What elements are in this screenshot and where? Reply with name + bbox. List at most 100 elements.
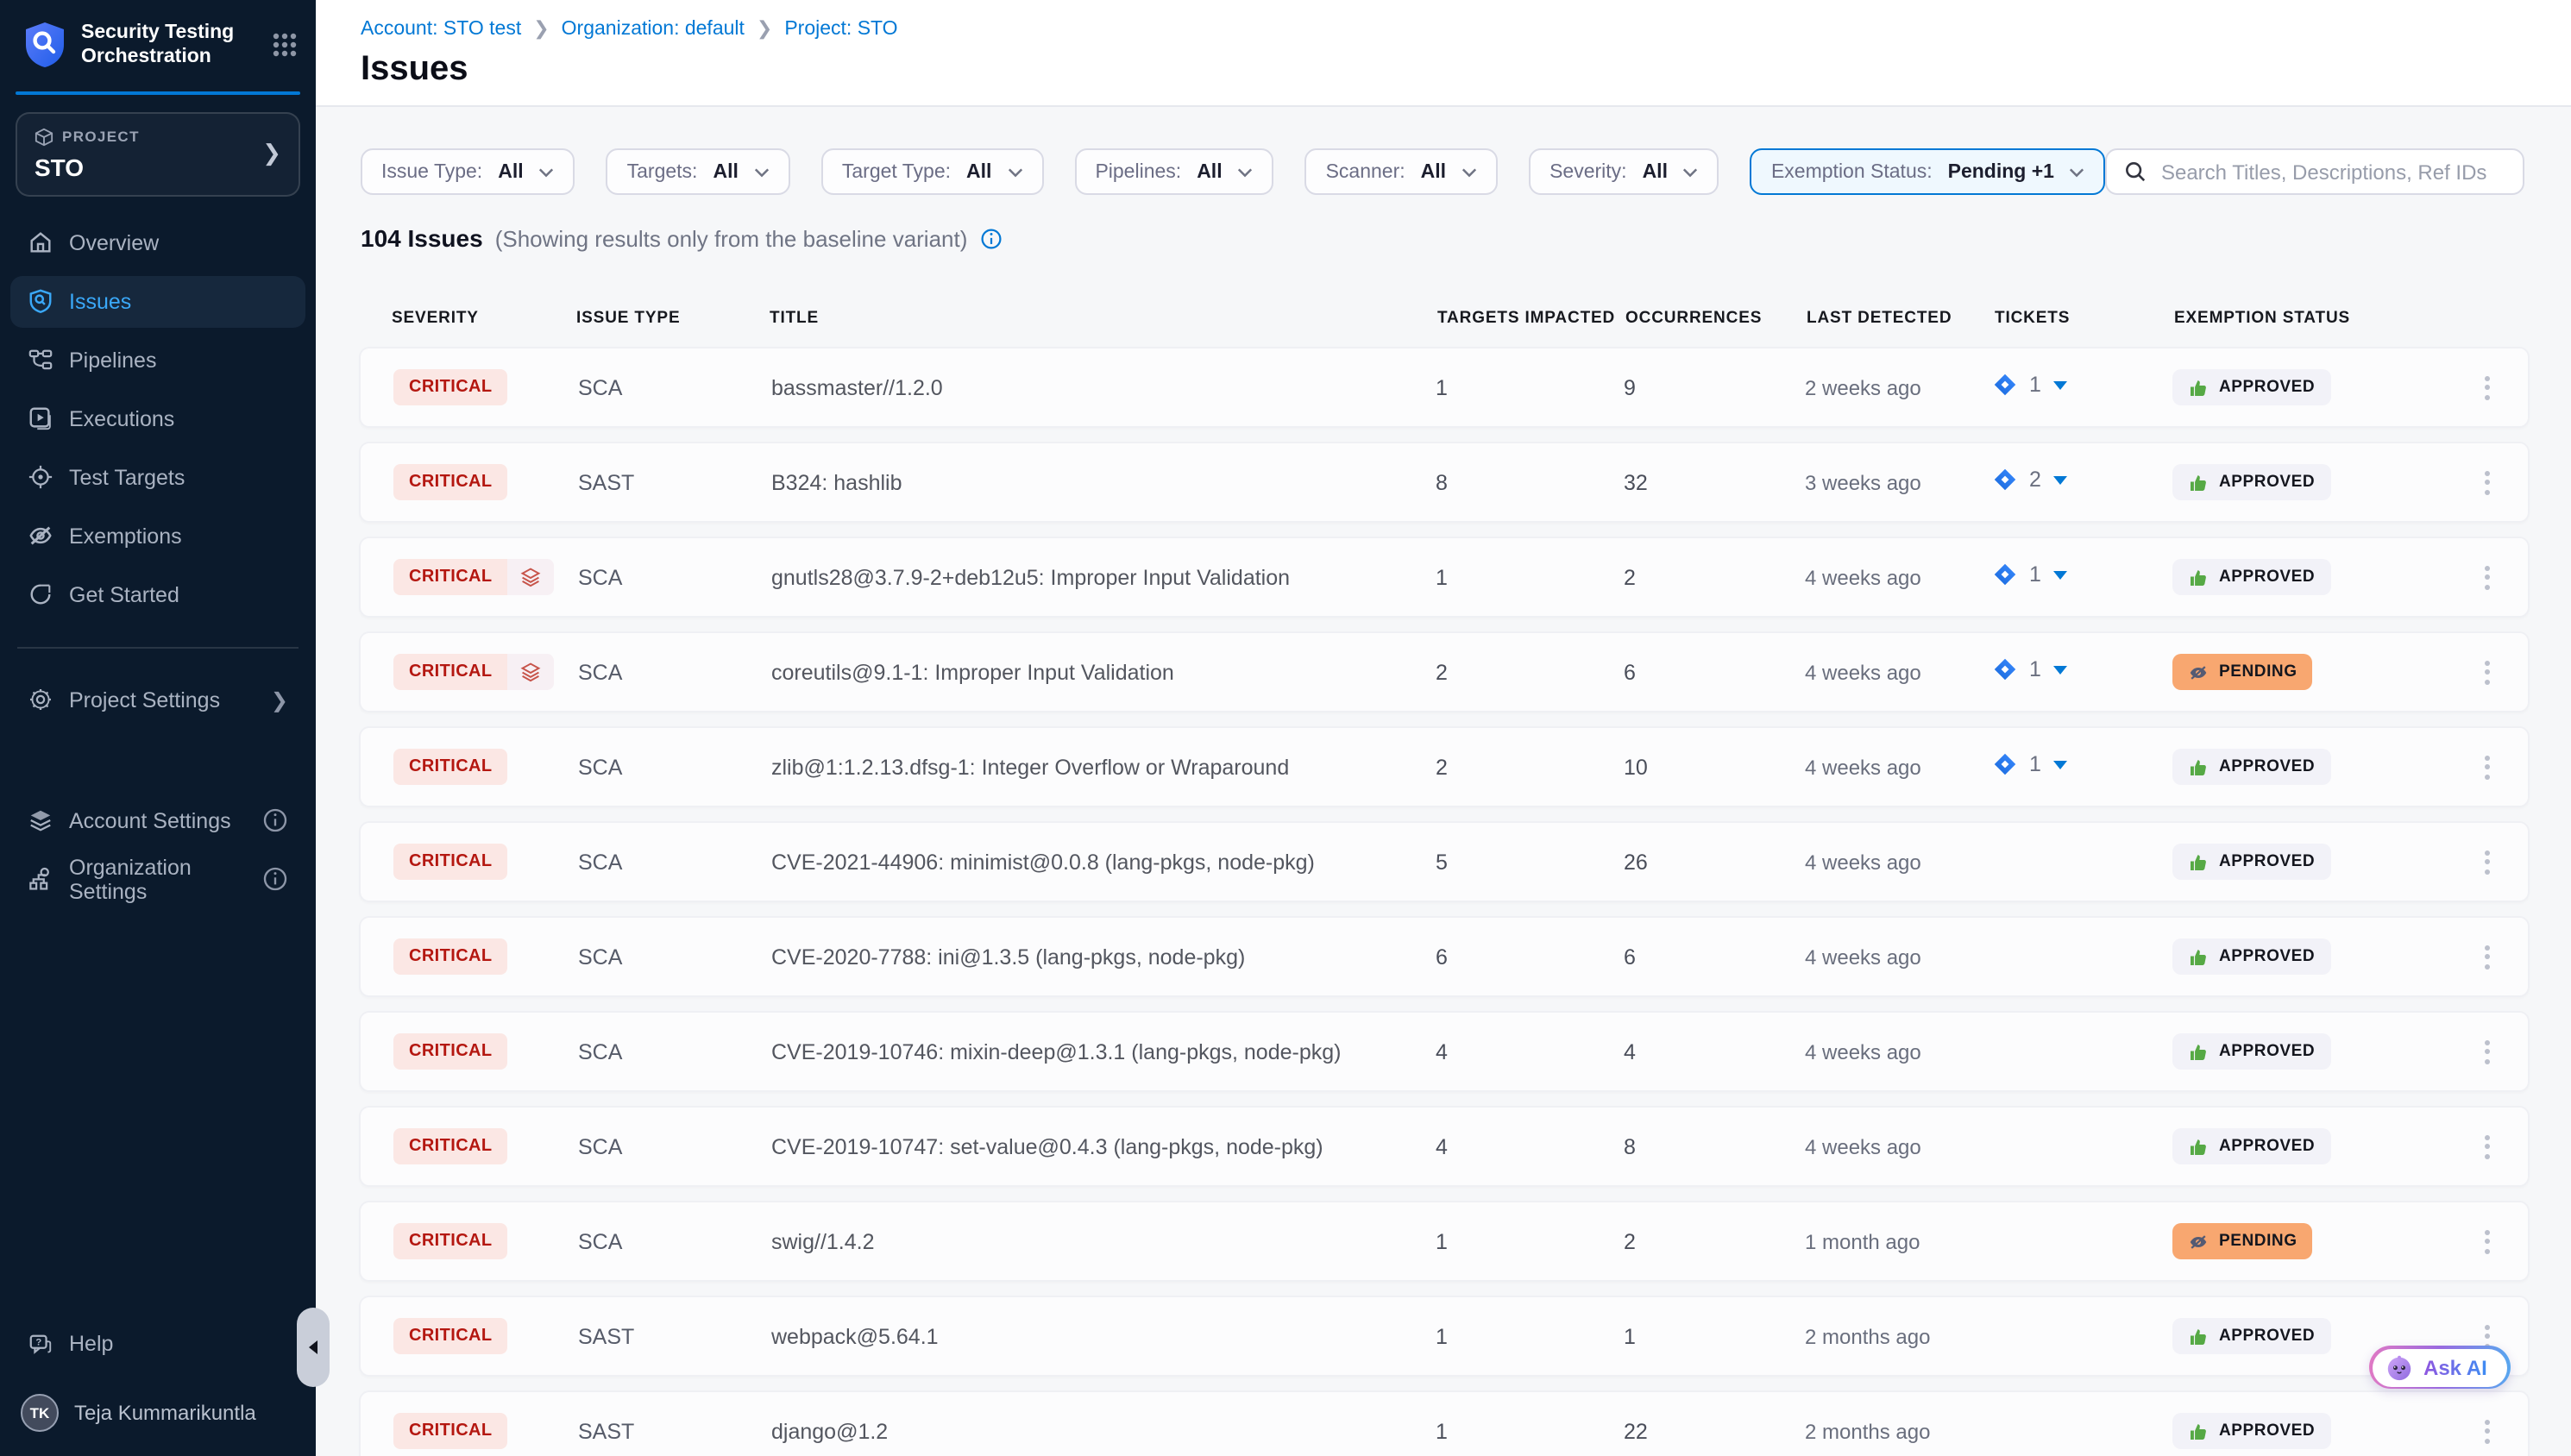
org-gear-icon xyxy=(28,867,53,893)
issue-title[interactable]: CVE-2020-7788: ini@1.3.5 (lang-pkgs, nod… xyxy=(771,945,1436,969)
row-menu-button[interactable] xyxy=(2459,1013,2514,1090)
issue-title[interactable]: bassmaster//1.2.0 xyxy=(771,375,1436,399)
filter-exemption-status[interactable]: Exemption Status:Pending +1 xyxy=(1751,148,2106,195)
breadcrumb-organization-link[interactable]: Organization: default xyxy=(562,18,745,39)
column-header-occurrences: OCCURRENCES xyxy=(1625,308,1807,327)
severity-cell: CRITICAL xyxy=(393,464,578,500)
module-grid-icon[interactable] xyxy=(271,32,299,60)
info-circle-icon[interactable] xyxy=(979,227,1002,249)
filter-issue-type[interactable]: Issue Type:All xyxy=(361,148,575,195)
occurrences: 4 xyxy=(1624,1039,1805,1064)
sidebar-item-exemptions[interactable]: Exemptions xyxy=(10,511,305,562)
filter-target-type[interactable]: Target Type:All xyxy=(821,148,1044,195)
project-selector[interactable]: PROJECT STO ❯ xyxy=(16,112,300,197)
jira-ticket-icon[interactable] xyxy=(1993,657,2017,681)
search-box[interactable] xyxy=(2106,148,2524,195)
user-name: Teja Kummarikuntla xyxy=(74,1401,256,1425)
table-row[interactable]: CRITICAL SCA gnutls28@3.7.9-2+deb12u5: I… xyxy=(359,537,2530,618)
issue-title[interactable]: CVE-2019-10747: set-value@0.4.3 (lang-pk… xyxy=(771,1134,1436,1158)
issue-title[interactable]: swig//1.4.2 xyxy=(771,1229,1436,1253)
jira-ticket-icon[interactable] xyxy=(1993,468,2017,492)
jira-ticket-icon[interactable] xyxy=(1993,752,2017,776)
jira-ticket-icon[interactable] xyxy=(1993,562,2017,587)
row-menu-button[interactable] xyxy=(2459,823,2514,901)
row-menu-button[interactable] xyxy=(2459,348,2514,426)
cube-icon xyxy=(35,128,53,147)
issue-title[interactable]: gnutls28@3.7.9-2+deb12u5: Improper Input… xyxy=(771,565,1436,589)
issue-title[interactable]: webpack@5.64.1 xyxy=(771,1324,1436,1348)
exemption-status-cell: APPROVED xyxy=(2172,938,2459,975)
severity-cell: CRITICAL xyxy=(393,559,578,595)
row-menu-button[interactable] xyxy=(2459,443,2514,521)
sidebar-item-label: Overview xyxy=(69,231,159,255)
filter-severity[interactable]: Severity:All xyxy=(1529,148,1719,195)
ticket-caret-icon[interactable] xyxy=(2053,475,2067,484)
issue-title[interactable]: CVE-2019-10746: mixin-deep@1.3.1 (lang-p… xyxy=(771,1039,1436,1064)
jira-ticket-icon[interactable] xyxy=(1993,373,2017,397)
exemption-status-badge: APPROVED xyxy=(2172,464,2330,500)
table-row[interactable]: CRITICAL SAST webpack@5.64.1 1 1 2 month… xyxy=(359,1296,2530,1377)
breadcrumb-account-link[interactable]: Account: STO test xyxy=(361,18,521,39)
issue-title[interactable]: CVE-2021-44906: minimist@0.0.8 (lang-pkg… xyxy=(771,850,1436,874)
issue-title[interactable]: django@1.2 xyxy=(771,1419,1436,1443)
table-row[interactable]: CRITICAL SCA zlib@1:1.2.13.dfsg-1: Integ… xyxy=(359,726,2530,807)
row-menu-button[interactable] xyxy=(2459,728,2514,806)
table-row[interactable]: CRITICAL SCA CVE-2019-10746: mixin-deep@… xyxy=(359,1011,2530,1092)
exemption-status-badge: APPROVED xyxy=(2172,1318,2330,1354)
app-title: Security Testing Orchestration xyxy=(81,21,271,71)
exemption-status-label: APPROVED xyxy=(2219,1137,2315,1156)
eye-off-icon xyxy=(2188,662,2209,682)
sidebar-item-overview[interactable]: Overview xyxy=(10,217,305,269)
sidebar-item-test-targets[interactable]: Test Targets xyxy=(10,452,305,504)
exemption-status-label: APPROVED xyxy=(2219,757,2315,776)
filter-targets[interactable]: Targets:All xyxy=(607,148,790,195)
row-menu-button[interactable] xyxy=(2459,633,2514,711)
ticket-caret-icon[interactable] xyxy=(2053,760,2067,769)
search-input[interactable] xyxy=(2161,160,2505,184)
table-row[interactable]: CRITICAL SCA coreutils@9.1-1: Improper I… xyxy=(359,631,2530,712)
info-circle-icon[interactable] xyxy=(262,867,288,893)
issue-title[interactable]: coreutils@9.1-1: Improper Input Validati… xyxy=(771,660,1436,684)
table-row[interactable]: CRITICAL SCA CVE-2019-10747: set-value@0… xyxy=(359,1106,2530,1187)
row-menu-button[interactable] xyxy=(2459,1392,2514,1456)
ticket-count: 1 xyxy=(2029,373,2041,397)
sidebar-item-organization-settings[interactable]: Organization Settings xyxy=(10,854,305,906)
row-menu-button[interactable] xyxy=(2459,1108,2514,1185)
severity-label: CRITICAL xyxy=(393,844,508,880)
exemption-status-cell: APPROVED xyxy=(2172,844,2459,880)
sidebar-item-issues[interactable]: Issues xyxy=(10,276,305,328)
sidebar-item-account-settings[interactable]: Account Settings xyxy=(10,795,305,847)
chevron-left-icon xyxy=(309,1340,317,1354)
ticket-caret-icon[interactable] xyxy=(2053,570,2067,579)
row-menu-button[interactable] xyxy=(2459,1202,2514,1280)
info-circle-icon[interactable] xyxy=(262,808,288,834)
sidebar-item-label: Executions xyxy=(69,407,174,431)
breadcrumb-project-link[interactable]: Project: STO xyxy=(784,18,897,39)
sidebar-item-get-started[interactable]: Get Started xyxy=(10,569,305,621)
user-menu[interactable]: TK Teja Kummarikuntla xyxy=(10,1394,305,1432)
column-header-exemption-status: EXEMPTION STATUS xyxy=(2174,308,2461,327)
sidebar-collapse-button[interactable] xyxy=(297,1308,330,1387)
filter-scanner[interactable]: Scanner:All xyxy=(1305,148,1498,195)
table-row[interactable]: CRITICAL SCA CVE-2020-7788: ini@1.3.5 (l… xyxy=(359,916,2530,997)
filter-value: All xyxy=(713,161,738,182)
ticket-caret-icon[interactable] xyxy=(2053,665,2067,674)
issue-title[interactable]: zlib@1:1.2.13.dfsg-1: Integer Overflow o… xyxy=(771,755,1436,779)
row-menu-button[interactable] xyxy=(2459,918,2514,995)
ask-ai-button[interactable]: Ask AI xyxy=(2369,1346,2511,1389)
sidebar-item-pipelines[interactable]: Pipelines xyxy=(10,335,305,386)
sidebar-item-label: Get Started xyxy=(69,583,179,607)
issue-title[interactable]: B324: hashlib xyxy=(771,470,1436,494)
shield-search-icon xyxy=(28,289,53,315)
ticket-caret-icon[interactable] xyxy=(2053,380,2067,389)
table-row[interactable]: CRITICAL SCA swig//1.4.2 1 2 1 month ago xyxy=(359,1201,2530,1282)
table-row[interactable]: CRITICAL SCA CVE-2021-44906: minimist@0.… xyxy=(359,821,2530,902)
sidebar-item-project-settings[interactable]: Project Settings ❯ xyxy=(10,675,305,726)
table-row[interactable]: CRITICAL SCA bassmaster//1.2.0 1 9 2 wee… xyxy=(359,347,2530,428)
filter-pipelines[interactable]: Pipelines:All xyxy=(1074,148,1273,195)
sidebar-item-executions[interactable]: Executions xyxy=(10,393,305,445)
table-row[interactable]: CRITICAL SAST django@1.2 1 22 2 months a… xyxy=(359,1390,2530,1456)
row-menu-button[interactable] xyxy=(2459,538,2514,616)
table-row[interactable]: CRITICAL SAST B324: hashlib 8 32 3 weeks… xyxy=(359,442,2530,523)
sidebar-item-help[interactable]: ? Help xyxy=(10,1318,305,1370)
